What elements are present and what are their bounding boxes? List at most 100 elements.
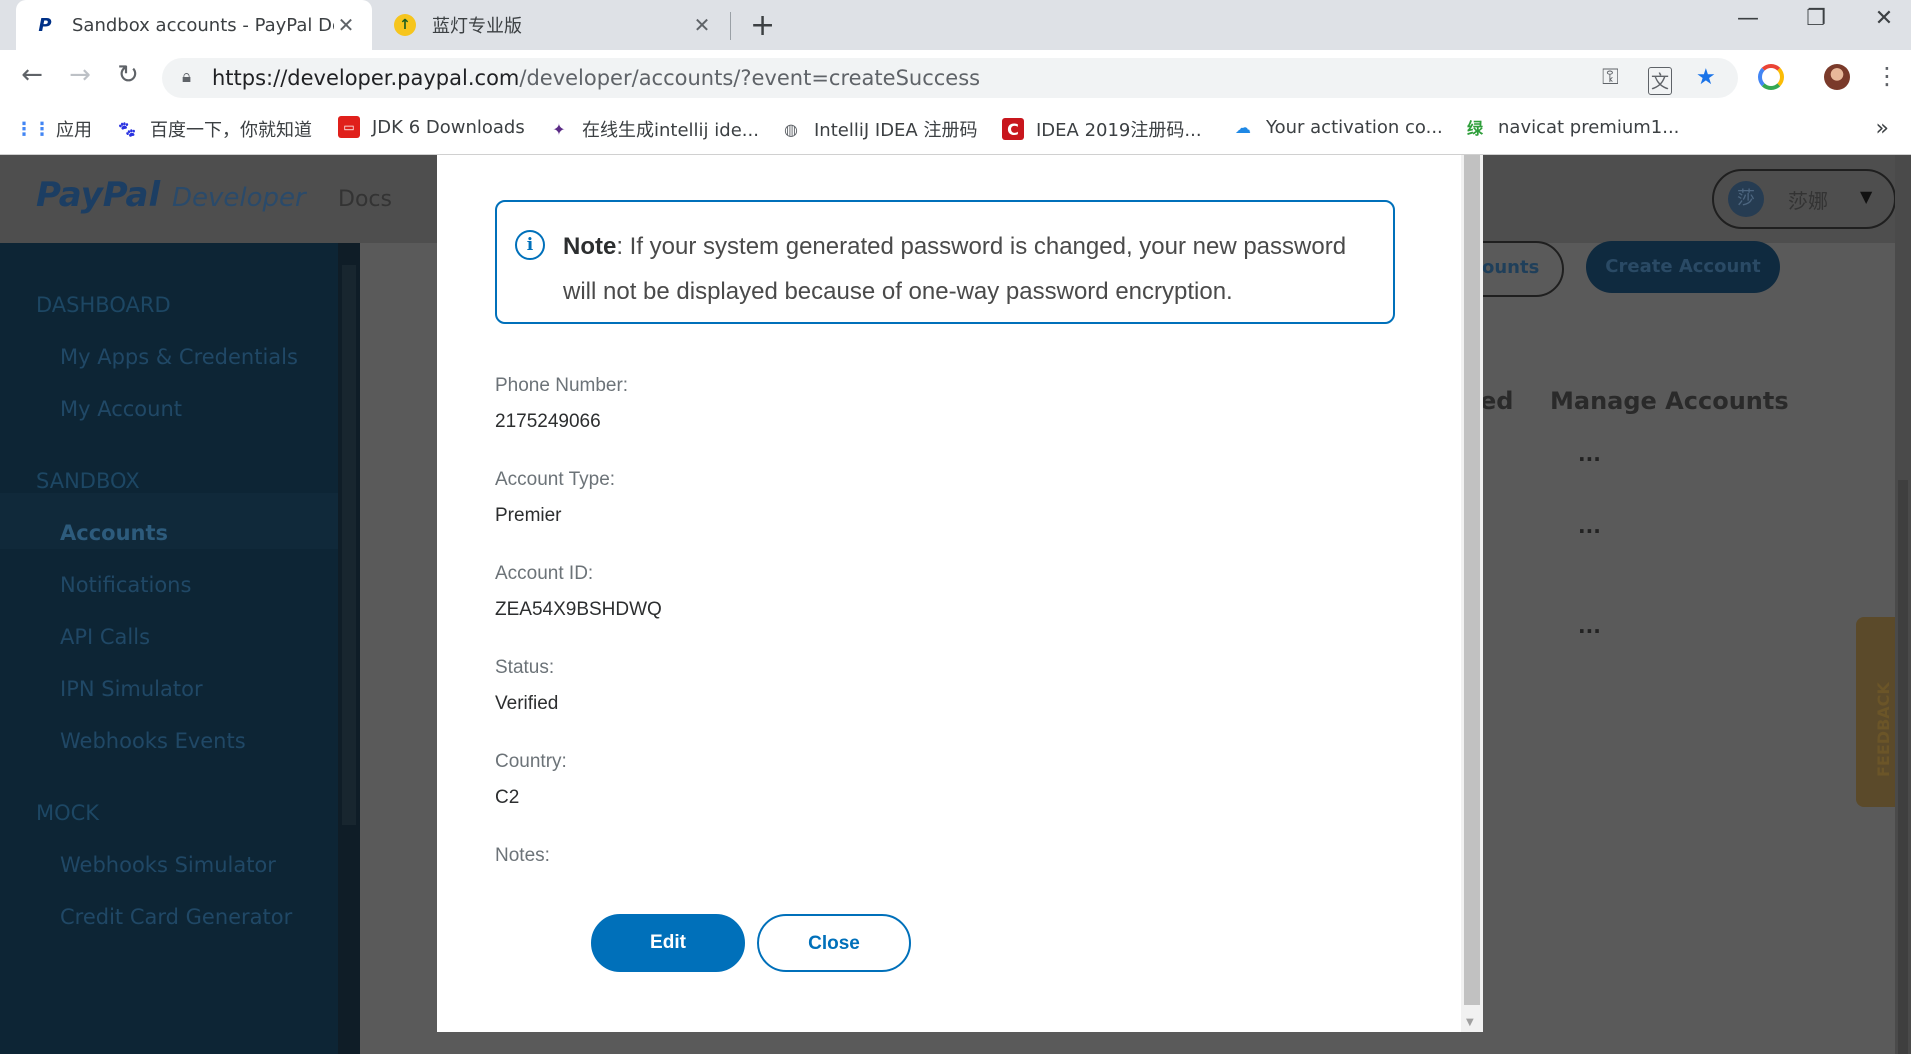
paypal-favicon-icon: P <box>38 14 52 36</box>
chrome-menu-icon[interactable]: ⋮ <box>1875 62 1899 90</box>
bookmark-navicat[interactable]: 绿 navicat premium1... <box>1464 116 1680 139</box>
bookmark-activation[interactable]: ☁ Your activation co... <box>1232 116 1443 138</box>
green-char-icon: 绿 <box>1466 119 1483 138</box>
sidebar-section-sandbox: SANDBOX <box>36 469 140 493</box>
sidebar-item-my-account: My Account <box>60 397 183 421</box>
bookmark-intellij-reg[interactable]: ◍ IntelliJ IDEA 注册码 <box>780 116 977 142</box>
sidebar-item-apps: My Apps & Credentials <box>60 345 298 369</box>
sidebar-item-webhooks-events: Webhooks Events <box>60 729 246 753</box>
column-header-partial: ed <box>1480 387 1514 415</box>
profile-avatar[interactable] <box>1824 64 1850 90</box>
bookmark-label: 百度一下，你就知道 <box>150 120 312 141</box>
bookmark-jdk6[interactable]: ▭ JDK 6 Downloads <box>338 116 525 138</box>
avatar: 莎 <box>1728 181 1764 217</box>
key-icon[interactable]: ⚿ <box>1602 65 1619 90</box>
info-icon: i <box>515 230 545 260</box>
sidebar: DASHBOARD My Apps & Credentials My Accou… <box>0 243 360 1054</box>
modal-scrollbar[interactable]: ▼ <box>1461 155 1483 1032</box>
globe-icon: ◍ <box>784 119 798 139</box>
sparkle-icon: ✦ <box>552 119 566 139</box>
tab-title: Sandbox accounts - PayPal De <box>72 14 334 36</box>
reload-icon[interactable]: ↻ <box>110 60 146 90</box>
window-close-button[interactable]: ✕ <box>1864 6 1904 31</box>
tab-title: 蓝灯专业版 <box>432 16 522 37</box>
sidebar-item-accounts: Accounts <box>60 521 169 545</box>
bookmark-idea-2019[interactable]: C IDEA 2019注册码... <box>1002 116 1202 142</box>
new-tab-button[interactable]: + <box>750 8 775 43</box>
restore-button[interactable]: ❐ <box>1796 6 1836 31</box>
account-type-value: Premier <box>495 505 562 526</box>
sidebar-item-api-calls: API Calls <box>60 625 151 649</box>
bookmark-label: 在线生成intellij ide... <box>582 120 759 141</box>
address-bar[interactable]: 🔒︎ https://developer.paypal.com/develope… <box>162 58 1738 98</box>
account-details-modal: i Note: If your system generated passwor… <box>437 155 1483 1032</box>
forward-arrow-icon[interactable]: → <box>62 60 98 90</box>
note-text: Note: If your system generated password … <box>563 224 1373 314</box>
tab-separator <box>730 12 731 40</box>
browser-toolbar: ← → ↻ 🔒︎ https://developer.paypal.com/de… <box>0 50 1911 106</box>
row-actions-icon: ··· <box>1578 619 1601 643</box>
tab-lantern[interactable]: ↑ 蓝灯专业版 ✕ <box>376 0 728 50</box>
caret-down-icon: ▼ <box>1860 187 1873 206</box>
phone-number-value: 2175249066 <box>495 411 601 432</box>
bookmark-apps[interactable]: ⋮⋮ 应用 <box>15 116 92 142</box>
bookmark-label: navicat premium1... <box>1498 116 1680 138</box>
row-actions-icon: ··· <box>1578 447 1601 471</box>
extension-ring-icon[interactable] <box>1758 64 1784 90</box>
phone-number-label: Phone Number: <box>495 375 629 396</box>
page-scrollbar <box>1895 155 1911 1054</box>
sidebar-item-webhooks-sim: Webhooks Simulator <box>60 853 276 877</box>
nav-docs: Docs <box>338 187 392 212</box>
bookmark-intellij-gen[interactable]: ✦ 在线生成intellij ide... <box>548 116 759 142</box>
baidu-paw-icon: 🐾︎ <box>116 119 138 139</box>
close-button[interactable]: Close <box>757 914 911 972</box>
user-menu: 莎 莎娜 ▼ <box>1712 169 1896 229</box>
bookmark-label: JDK 6 Downloads <box>372 116 525 138</box>
account-id-value: ZEA54X9BSHDWQ <box>495 599 662 620</box>
status-label: Status: <box>495 657 555 678</box>
url-host: https://developer.paypal.com <box>212 66 520 90</box>
row-actions-icon: ··· <box>1578 519 1601 543</box>
user-name: 莎娜 <box>1788 189 1828 213</box>
url-path: /developer/accounts/?event=createSuccess <box>519 66 981 90</box>
back-arrow-icon[interactable]: ← <box>14 60 50 90</box>
sidebar-item-notifications: Notifications <box>60 573 192 597</box>
translate-icon[interactable]: 文 <box>1648 67 1672 95</box>
bookmarks-overflow-icon[interactable]: » <box>1876 116 1889 141</box>
scroll-down-arrow-icon[interactable]: ▼ <box>1466 1017 1474 1028</box>
bookmark-label: 应用 <box>56 120 92 141</box>
column-header-manage: Manage Accounts <box>1550 387 1789 415</box>
bookmark-label: Your activation co... <box>1266 116 1443 138</box>
bookmark-star-icon[interactable]: ★ <box>1696 65 1716 90</box>
lock-icon: 🔒︎ <box>182 67 192 87</box>
create-account-button: Create Account <box>1586 241 1780 293</box>
note-body: : If your system generated password is c… <box>563 233 1347 305</box>
c-logo-icon: C <box>1002 118 1024 140</box>
url-text: https://developer.paypal.com/developer/a… <box>212 66 980 90</box>
edit-button[interactable]: Edit <box>591 914 745 972</box>
account-id-label: Account ID: <box>495 563 594 584</box>
status-value: Verified <box>495 693 559 714</box>
sidebar-section-dashboard: DASHBOARD <box>36 293 171 317</box>
country-label: Country: <box>495 751 567 772</box>
bookmark-baidu[interactable]: 🐾︎ 百度一下，你就知道 <box>116 116 312 142</box>
browser-tab-bar: P Sandbox accounts - PayPal De ✕ ↑ 蓝灯专业版… <box>0 0 1911 50</box>
modal-scroll-thumb[interactable] <box>1464 155 1480 1005</box>
tab-close-icon[interactable]: ✕ <box>334 13 358 37</box>
tab-sandbox-accounts[interactable]: P Sandbox accounts - PayPal De ✕ <box>16 0 372 50</box>
note-box: i Note: If your system generated passwor… <box>495 200 1395 324</box>
sidebar-scrollbar <box>338 243 360 1054</box>
cloud-icon: ☁ <box>1235 117 1251 137</box>
tab-close-icon[interactable]: ✕ <box>690 13 714 37</box>
sidebar-item-cc-gen: Credit Card Generator <box>60 905 293 929</box>
bookmark-label: IDEA 2019注册码... <box>1036 120 1202 141</box>
bookmarks-bar: ⋮⋮ 应用 🐾︎ 百度一下，你就知道 ▭ JDK 6 Downloads ✦ 在… <box>0 106 1911 155</box>
bookmark-label: IntelliJ IDEA 注册码 <box>814 120 978 141</box>
country-value: C2 <box>495 787 520 808</box>
minimize-button[interactable]: — <box>1728 6 1768 31</box>
sidebar-section-mock: MOCK <box>36 801 100 825</box>
notes-label: Notes: <box>495 845 550 866</box>
lantern-favicon-icon: ↑ <box>394 14 416 36</box>
paypal-logo: PayPal Developer <box>36 175 306 215</box>
oracle-icon: ▭ <box>338 116 360 138</box>
